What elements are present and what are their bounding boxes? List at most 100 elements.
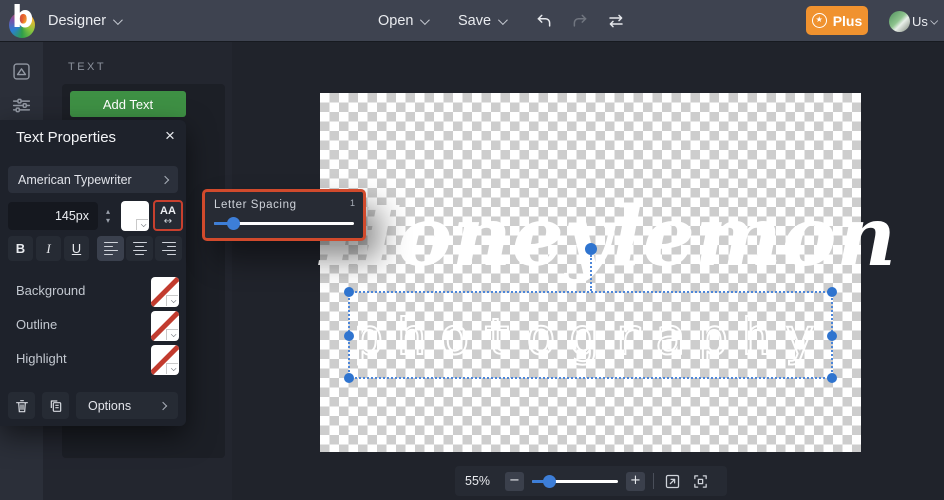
color-dropdown-corner[interactable] <box>136 219 148 230</box>
panel-title: Text Properties <box>16 129 116 146</box>
user-menu[interactable]: Us <box>889 0 937 42</box>
app-logo[interactable]: b <box>8 3 38 39</box>
resize-handle-bottom-right[interactable] <box>827 373 837 383</box>
export-button[interactable] <box>662 471 682 491</box>
add-text-button[interactable]: Add Text <box>70 91 186 117</box>
chevron-down-icon <box>171 365 176 370</box>
outline-dropdown-corner[interactable] <box>166 329 178 340</box>
open-menu[interactable]: Open <box>378 0 427 42</box>
zoom-in-button[interactable]: + <box>626 472 645 491</box>
bold-button[interactable]: B <box>8 236 33 261</box>
user-avatar <box>889 11 910 32</box>
close-icon[interactable]: × <box>160 126 180 146</box>
chevron-right-icon <box>159 401 167 409</box>
plus-upgrade-button[interactable]: ★ Plus <box>806 6 868 35</box>
highlight-label: Highlight <box>16 351 67 366</box>
highlight-color-swatch[interactable] <box>151 345 179 375</box>
redo-button[interactable] <box>570 11 590 31</box>
font-family-value: American Typewriter <box>18 173 132 187</box>
align-center-button[interactable] <box>126 236 153 261</box>
zoom-out-button[interactable]: − <box>505 472 524 491</box>
align-left-button[interactable] <box>97 236 124 261</box>
resize-handle-top-left[interactable] <box>344 287 354 297</box>
topbar: b Designer Open Save <box>0 0 944 42</box>
zoom-slider-thumb[interactable] <box>543 475 556 488</box>
chevron-down-icon <box>113 15 123 25</box>
trash-icon <box>14 398 30 414</box>
horizontal-arrow-icon: ↔ <box>164 217 172 226</box>
zoom-toolbar: 55% − + <box>455 466 727 496</box>
repeat-icon <box>607 12 625 30</box>
resize-handle-mid-left[interactable] <box>344 331 354 341</box>
fit-screen-button[interactable] <box>690 471 710 491</box>
export-icon <box>664 473 681 490</box>
resize-handle-bottom-left[interactable] <box>344 373 354 383</box>
chevron-down-icon <box>141 221 146 226</box>
chevron-down-icon <box>171 331 176 336</box>
align-right-button[interactable] <box>155 236 182 261</box>
underline-button[interactable]: U <box>64 236 89 261</box>
designer-menu-label: Designer <box>48 13 106 29</box>
zoom-slider[interactable] <box>532 475 618 488</box>
chevron-down-icon <box>420 15 430 25</box>
save-menu-label: Save <box>458 13 491 29</box>
fit-screen-icon <box>692 473 709 490</box>
canvas-artboard[interactable]: Honeylemon photography <box>320 93 861 452</box>
rotate-handle[interactable] <box>585 243 597 255</box>
font-size-input[interactable]: 145px <box>8 202 98 230</box>
highlight-dropdown-corner[interactable] <box>166 363 178 374</box>
font-family-select[interactable]: American Typewriter <box>8 166 178 193</box>
slider-thumb[interactable] <box>227 217 240 230</box>
align-center-icon <box>133 242 147 256</box>
duplicate-button[interactable] <box>42 392 69 419</box>
adjustments-tool-icon[interactable] <box>0 88 43 122</box>
chevron-right-icon <box>161 175 169 183</box>
undo-button[interactable] <box>534 11 554 31</box>
outline-label: Outline <box>16 317 57 332</box>
images-tool-icon[interactable] <box>0 54 43 88</box>
options-button[interactable]: Options <box>76 392 178 419</box>
undo-icon <box>535 12 553 30</box>
delete-button[interactable] <box>8 392 35 419</box>
step-down-icon[interactable]: ▾ <box>106 216 110 225</box>
background-label: Background <box>16 283 85 298</box>
chevron-down-icon <box>498 15 508 25</box>
open-menu-label: Open <box>378 13 413 29</box>
chevron-down-icon <box>171 297 176 302</box>
letter-spacing-slider[interactable] <box>214 222 354 225</box>
outline-color-swatch[interactable] <box>151 311 179 341</box>
designer-app: Honeylemon photography <box>0 0 944 500</box>
letter-spacing-label: Letter Spacing <box>214 199 297 211</box>
designer-menu[interactable]: Designer <box>48 0 120 42</box>
resize-handle-mid-right[interactable] <box>827 331 837 341</box>
background-color-swatch[interactable] <box>151 277 179 307</box>
background-dropdown-corner[interactable] <box>166 295 178 306</box>
toolbar-divider <box>653 473 654 489</box>
plus-button-label: Plus <box>833 13 863 29</box>
step-up-icon[interactable]: ▴ <box>106 207 110 216</box>
duplicate-icon <box>48 398 64 414</box>
options-button-label: Options <box>88 399 131 413</box>
logo-letter: b <box>12 0 33 36</box>
text-color-swatch[interactable] <box>121 201 149 231</box>
zoom-level: 55% <box>465 474 497 488</box>
resize-handle-top-right[interactable] <box>827 287 837 297</box>
text-section-title: TEXT <box>68 61 106 73</box>
letter-spacing-button[interactable]: AA ↔ <box>153 200 183 231</box>
letter-spacing-popup: Letter Spacing 1 <box>202 189 366 241</box>
font-size-stepper[interactable]: ▴ ▾ <box>101 202 115 230</box>
history-toolbar <box>534 0 626 42</box>
save-menu[interactable]: Save <box>458 0 505 42</box>
italic-button[interactable]: I <box>36 236 61 261</box>
rotate-stem <box>590 255 592 291</box>
chevron-down-icon <box>930 16 938 24</box>
star-icon: ★ <box>812 13 827 28</box>
user-name: Us <box>912 14 928 29</box>
repeat-button[interactable] <box>606 11 626 31</box>
letter-spacing-button-label: AA <box>160 206 176 217</box>
redo-icon <box>571 12 589 30</box>
letter-spacing-value: 1 <box>350 198 355 208</box>
selection-box[interactable] <box>348 291 833 379</box>
align-right-icon <box>162 242 176 256</box>
align-left-icon <box>104 242 118 256</box>
